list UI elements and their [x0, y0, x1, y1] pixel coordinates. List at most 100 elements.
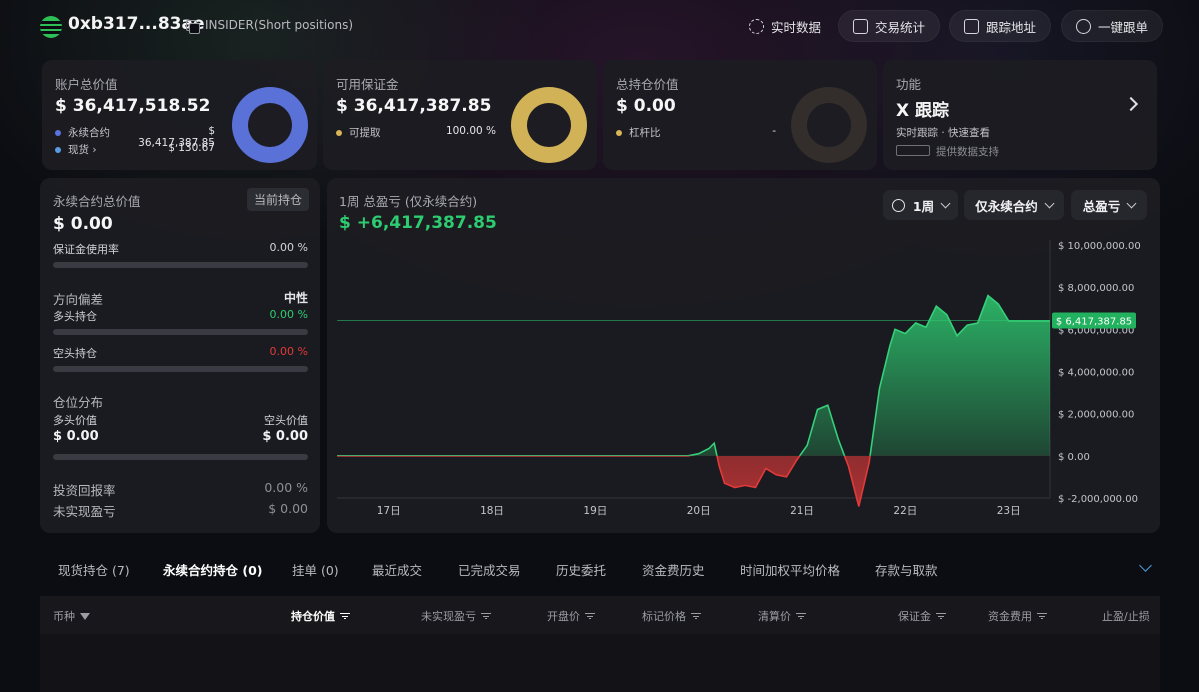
perp-dot [55, 129, 61, 136]
tab-twap[interactable]: 时间加权平均价格 [740, 560, 840, 579]
roi-label: 投资回报率 [53, 483, 116, 498]
col-liquidation-price[interactable]: 清算价 [758, 608, 806, 624]
data-provider-note: 提供数据支持 [936, 146, 999, 158]
copy-icon[interactable] [186, 20, 200, 34]
short-position-label: 空头持仓 [53, 347, 97, 360]
long-position-label: 多头持仓 [53, 310, 97, 323]
withdrawable-legend: 可提取 [336, 125, 381, 140]
feature-subtitle: 实时跟踪 · 快速查看 [896, 127, 991, 139]
tab-spot-holdings[interactable]: 现货持仓 (7) [58, 560, 130, 579]
positions-table-header: 币种 持仓价值 未实现盈亏 开盘价 标记价格 清算价 保证金 资金费用 止盈/止… [40, 596, 1160, 634]
sort-icon [1037, 612, 1047, 620]
margin-donut-chart [511, 87, 587, 163]
col-position-value[interactable]: 持仓价值 [291, 608, 350, 624]
trade-stats-button[interactable]: 交易统计 [838, 10, 941, 42]
total-position-value: $ 0.00 [616, 96, 676, 116]
pnl-chart[interactable]: $ 10,000,000.00$ 8,000,000.00$ 6,000,000… [327, 178, 1160, 533]
copy-trade-button[interactable]: 一键跟单 [1061, 10, 1164, 42]
long-position-bar [53, 329, 308, 335]
y-tick-label: $ 0.00 [1058, 452, 1090, 463]
short-value: $ 0.00 [262, 429, 308, 444]
tab-funding-history[interactable]: 资金费历史 [642, 560, 705, 579]
perp-legend: 永续合约 [55, 125, 110, 140]
copy-trade-icon [1076, 18, 1091, 34]
x-tick-label: 18日 [480, 505, 504, 517]
short-value-label: 空头价值 [264, 414, 308, 427]
col-open-price[interactable]: 开盘价 [547, 608, 595, 624]
copy-trade-label: 一键跟单 [1098, 19, 1149, 35]
pnl-chart-panel: 1周 总盈亏 (仅永续合约) $ +6,417,387.85 1周 仅永续合约 … [327, 178, 1160, 533]
y-tick-label: $ 2,000,000.00 [1058, 410, 1134, 421]
col-position-value-label: 持仓价值 [291, 610, 335, 623]
perp-legend-label: 永续合约 [68, 127, 110, 139]
monitor-icon [964, 18, 979, 34]
col-margin[interactable]: 保证金 [898, 608, 946, 624]
wallet-address[interactable]: 0xb317...83ae [68, 14, 204, 34]
sort-icon [585, 612, 595, 620]
available-margin-card: 可用保证金 $ 36,417,387.85 可提取 100.00 % [323, 60, 597, 170]
long-position-value: 0.00 % [269, 308, 308, 321]
long-value-label: 多头价值 [53, 414, 97, 427]
sort-icon [691, 612, 701, 620]
perp-summary-panel: 永续合约总价值 当前持仓 $ 0.00 保证金使用率 0.00 % 方向偏差 中… [40, 178, 320, 533]
current-value-label: $ 6,417,387.85 [1056, 317, 1132, 328]
col-symbol[interactable]: 币种 [53, 608, 90, 624]
tab-order-history[interactable]: 历史委托 [556, 560, 606, 579]
col-unrealized-pnl[interactable]: 未实现盈亏 [421, 608, 491, 624]
feature-title: 功能 [896, 77, 922, 92]
col-mark-price-label: 标记价格 [642, 610, 686, 623]
unrealized-pnl-label: 未实现盈亏 [53, 504, 116, 519]
x-tick-label: 21日 [790, 505, 814, 517]
col-open-price-label: 开盘价 [547, 610, 580, 623]
tab-deposits-withdrawals[interactable]: 存款与取款 [875, 560, 938, 579]
sort-icon [340, 612, 350, 620]
available-margin-value: $ 36,417,387.85 [336, 96, 492, 116]
col-mark-price[interactable]: 标记价格 [642, 608, 701, 624]
roi-value: 0.00 % [264, 480, 308, 495]
realtime-data-label: 实时数据 [771, 19, 822, 35]
data-provider-logo-icon [896, 145, 930, 156]
track-address-button[interactable]: 跟踪地址 [949, 10, 1052, 42]
margin-usage-value: 0.00 % [269, 241, 308, 254]
col-funding-fee-label: 资金费用 [988, 610, 1032, 623]
feature-card[interactable]: 功能 X 跟踪 实时跟踪 · 快速查看 提供数据支持 [883, 60, 1157, 170]
leverage-label: 杠杆比 [629, 127, 661, 139]
available-margin-title: 可用保证金 [336, 77, 399, 92]
unrealized-pnl-value: $ 0.00 [268, 501, 308, 516]
position-distribution-label: 仓位分布 [53, 395, 104, 410]
short-position-bar [53, 366, 308, 372]
collapse-chevron-icon[interactable] [1139, 559, 1152, 572]
col-funding-fee[interactable]: 资金费用 [988, 608, 1047, 624]
track-address-label: 跟踪地址 [986, 19, 1037, 35]
col-symbol-label: 币种 [53, 610, 75, 623]
col-tp-sl-label: 止盈/止损 [1102, 610, 1150, 623]
tab-completed-trades[interactable]: 已完成交易 [458, 560, 521, 579]
short-position-value: 0.00 % [269, 345, 308, 358]
withdrawable-dot [336, 129, 342, 136]
spot-legend[interactable]: 现货 › [55, 142, 97, 157]
spot-dot [55, 146, 61, 153]
current-position-badge[interactable]: 当前持仓 [247, 188, 310, 211]
y-tick-label: $ 4,000,000.00 [1058, 368, 1134, 379]
position-donut-chart [791, 87, 867, 163]
tab-recent-fills[interactable]: 最近成交 [372, 560, 422, 579]
y-tick-label: $ -2,000,000.00 [1058, 494, 1138, 505]
y-tick-label: $ 10,000,000.00 [1058, 241, 1141, 252]
col-unrealized-pnl-label: 未实现盈亏 [421, 610, 476, 623]
realtime-data-button[interactable]: 实时数据 [734, 10, 836, 42]
x-tick-label: 23日 [997, 505, 1021, 517]
tab-open-orders[interactable]: 挂单 (0) [292, 560, 339, 579]
direction-bias-value: 中性 [283, 291, 308, 305]
x-tick-label: 19日 [583, 505, 607, 517]
margin-usage-label: 保证金使用率 [53, 243, 119, 256]
top-bar: 0xb317...83ae INSIDER(Short positions) 实… [0, 0, 1199, 52]
x-tracking-title: X 跟踪 [896, 101, 950, 121]
tab-perp-holdings[interactable]: 永续合约持仓 (0) [163, 560, 262, 579]
col-margin-label: 保证金 [898, 610, 931, 623]
x-tick-label: 20日 [687, 505, 711, 517]
position-distribution-bar [53, 454, 308, 460]
leverage-legend: 杠杆比 [616, 125, 661, 140]
account-value-title: 账户总价值 [55, 77, 118, 92]
positions-table-body [40, 634, 1160, 692]
chevron-right-icon[interactable] [1123, 96, 1139, 112]
